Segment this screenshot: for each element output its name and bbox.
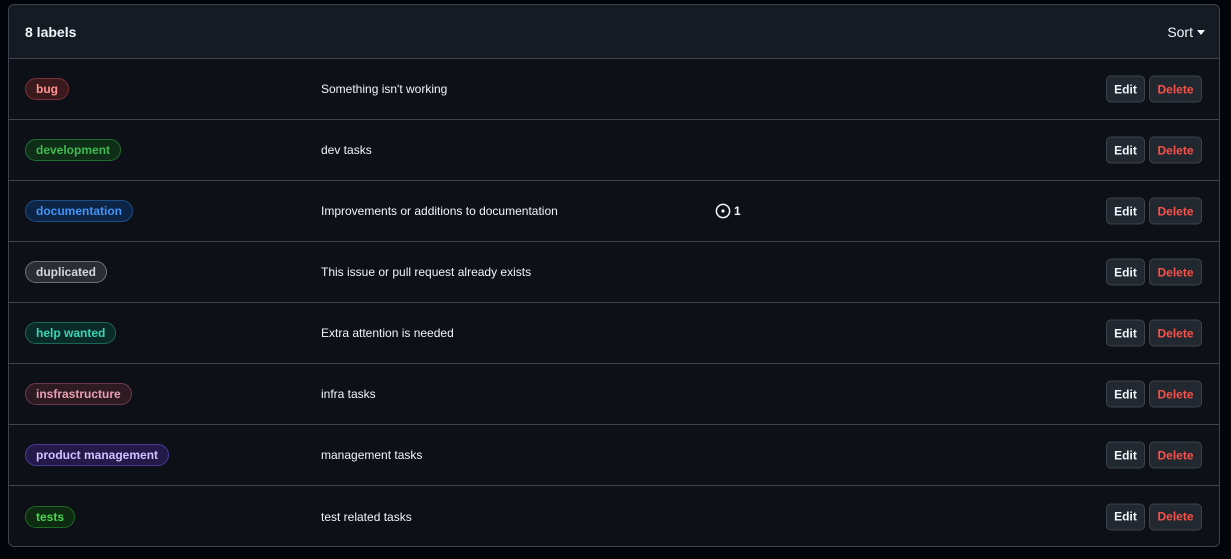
label-pill[interactable]: insfrastructure [25,383,132,405]
label-actions: Edit Delete [1106,380,1202,408]
edit-button[interactable]: Edit [1106,380,1145,408]
label-pill[interactable]: tests [25,505,76,528]
open-issues-link[interactable]: 1 [715,203,741,219]
label-description: Improvements or additions to documentati… [321,204,558,218]
label-pill[interactable]: development [25,139,122,161]
label-actions: Edit Delete [1106,75,1202,103]
label-description: Extra attention is needed [321,326,454,340]
labels-list: bug Something isn't working Edit Delete deve… [9,59,1219,546]
labels-header: 8 labels Sort [9,5,1219,59]
label-actions: Edit Delete [1106,319,1202,347]
label-description: This issue or pull request already exist… [321,265,532,279]
label-pill[interactable]: documentation [25,200,133,222]
edit-button[interactable]: Edit [1106,75,1145,103]
delete-button[interactable]: Delete [1149,258,1202,286]
label-row: duplicated This issue or pull request alr… [9,242,1219,303]
label-actions: Edit Delete [1106,258,1202,286]
issue-count: 1 [734,204,741,218]
label-actions: Edit Delete [1106,441,1202,469]
edit-button[interactable]: Edit [1106,503,1145,530]
delete-button[interactable]: Delete [1149,503,1202,530]
delete-button[interactable]: Delete [1149,75,1202,103]
label-actions: Edit Delete [1106,136,1202,164]
delete-button[interactable]: Delete [1149,441,1202,469]
delete-button[interactable]: Delete [1149,197,1202,225]
label-pill[interactable]: bug [25,78,69,100]
label-description: management tasks [321,448,423,462]
edit-button[interactable]: Edit [1106,441,1145,469]
delete-button[interactable]: Delete [1149,380,1202,408]
label-pill[interactable]: product management [25,444,170,466]
label-row: insfrastructure infra tasks Edit Delete [9,364,1219,425]
delete-button[interactable]: Delete [1149,136,1202,164]
label-description: test related tasks [321,509,412,524]
issue-opened-icon [715,203,731,219]
edit-button[interactable]: Edit [1106,319,1145,347]
label-pill[interactable]: duplicated [25,261,108,283]
label-row: help wanted Extra attention is needed Edit… [9,303,1219,364]
labels-count: 8 labels [25,23,77,40]
labels-box: 8 labels Sort bug Something isn't working… [8,4,1220,547]
delete-button[interactable]: Delete [1149,319,1202,347]
label-actions: Edit Delete [1106,197,1202,225]
label-row: tests test related tasks Edit Delete [9,486,1219,546]
sort-button[interactable]: Sort [1167,24,1205,40]
edit-button[interactable]: Edit [1106,197,1145,225]
label-description: Something isn't working [321,82,448,96]
caret-down-icon [1197,30,1205,35]
sort-label: Sort [1167,23,1193,40]
edit-button[interactable]: Edit [1106,136,1145,164]
label-row: bug Something isn't working Edit Delete [9,59,1219,120]
edit-button[interactable]: Edit [1106,258,1145,286]
label-row: development dev tasks Edit Delete [9,120,1219,181]
label-description: infra tasks [321,387,376,401]
label-description: dev tasks [321,143,372,157]
label-row: product management management tasks Edit De… [9,425,1219,486]
label-pill[interactable]: help wanted [25,322,117,344]
label-row: documentation Improvements or additions t… [9,181,1219,242]
label-actions: Edit Delete [1106,503,1202,530]
